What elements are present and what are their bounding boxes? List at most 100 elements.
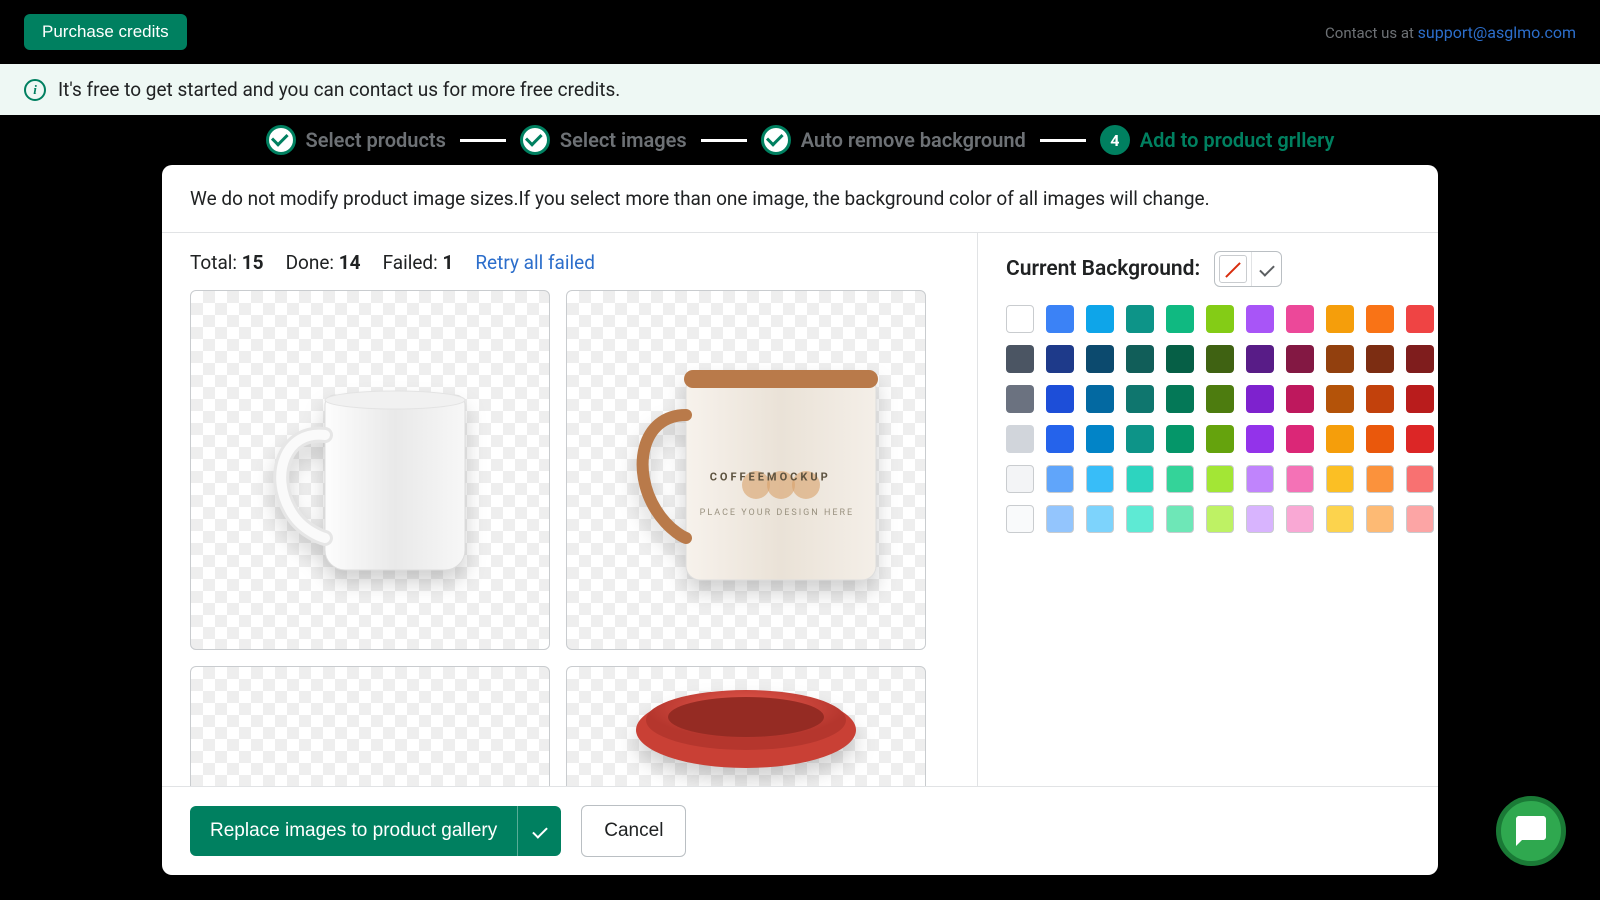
current-bg-dropdown[interactable] — [1214, 251, 1282, 287]
chat-fab[interactable] — [1496, 796, 1566, 866]
color-swatch[interactable] — [1406, 385, 1434, 413]
color-swatch[interactable] — [1086, 305, 1114, 333]
color-swatch[interactable] — [1366, 425, 1394, 453]
color-swatch[interactable] — [1326, 505, 1354, 533]
color-swatch[interactable] — [1406, 305, 1434, 333]
check-icon — [761, 125, 791, 155]
color-swatch[interactable] — [1326, 305, 1354, 333]
color-swatch[interactable] — [1206, 385, 1234, 413]
color-swatch[interactable] — [1206, 465, 1234, 493]
color-swatch[interactable] — [1206, 505, 1234, 533]
color-swatch[interactable] — [1206, 345, 1234, 373]
main-panel: We do not modify product image sizes.If … — [162, 165, 1438, 875]
color-swatch[interactable] — [1046, 425, 1074, 453]
color-swatch[interactable] — [1366, 465, 1394, 493]
color-swatch[interactable] — [1366, 305, 1394, 333]
color-swatch[interactable] — [1006, 505, 1034, 533]
color-swatch[interactable] — [1406, 505, 1434, 533]
color-swatch[interactable] — [1126, 345, 1154, 373]
color-swatch[interactable] — [1166, 305, 1194, 333]
color-swatch[interactable] — [1246, 465, 1274, 493]
color-swatch[interactable] — [1046, 465, 1074, 493]
color-swatch[interactable] — [1126, 505, 1154, 533]
image-thumb[interactable] — [190, 666, 550, 786]
color-swatch[interactable] — [1406, 425, 1434, 453]
color-swatch[interactable] — [1246, 305, 1274, 333]
image-thumb[interactable]: COFFEEMOCKUP PLACE YOUR DESIGN HERE — [566, 290, 926, 650]
color-swatch[interactable] — [1246, 345, 1274, 373]
step-label: Select products — [306, 128, 446, 152]
color-palette — [1006, 305, 1410, 533]
color-swatch[interactable] — [1006, 385, 1034, 413]
color-swatch[interactable] — [1006, 345, 1034, 373]
color-swatch[interactable] — [1086, 345, 1114, 373]
color-swatch[interactable] — [1206, 305, 1234, 333]
color-swatch[interactable] — [1006, 465, 1034, 493]
color-swatch[interactable] — [1166, 425, 1194, 453]
color-swatch[interactable] — [1046, 385, 1074, 413]
stepper: Select products Select images Auto remov… — [0, 115, 1600, 165]
color-swatch[interactable] — [1166, 345, 1194, 373]
color-swatch[interactable] — [1246, 385, 1274, 413]
step-label: Add to product grllery — [1140, 128, 1335, 152]
color-swatch[interactable] — [1086, 385, 1114, 413]
done-value: 14 — [339, 251, 361, 274]
purchase-credits-button[interactable]: Purchase credits — [24, 14, 187, 50]
replace-images-button[interactable]: Replace images to product gallery — [190, 806, 517, 856]
color-swatch[interactable] — [1166, 505, 1194, 533]
color-swatch[interactable] — [1366, 505, 1394, 533]
check-icon — [520, 125, 550, 155]
color-swatch[interactable] — [1126, 305, 1154, 333]
image-thumb[interactable] — [190, 290, 550, 650]
chevron-down-icon — [1251, 252, 1281, 286]
color-swatch[interactable] — [1326, 425, 1354, 453]
color-swatch[interactable] — [1046, 305, 1074, 333]
color-swatch[interactable] — [1326, 385, 1354, 413]
color-swatch[interactable] — [1286, 345, 1314, 373]
color-swatch[interactable] — [1086, 465, 1114, 493]
current-bg-label: Current Background: — [1006, 257, 1200, 281]
images-pane: Total: 15 Done: 14 Failed: 1 Retry all f… — [162, 233, 978, 786]
step-connector — [1040, 139, 1086, 142]
cancel-button[interactable]: Cancel — [581, 805, 686, 857]
color-swatch[interactable] — [1166, 465, 1194, 493]
color-swatch[interactable] — [1406, 465, 1434, 493]
replace-dropdown-button[interactable] — [517, 806, 561, 856]
failed-value: 1 — [442, 251, 453, 274]
mug-title: COFFEEMOCKUP — [710, 471, 831, 484]
color-swatch[interactable] — [1286, 385, 1314, 413]
color-swatch[interactable] — [1126, 385, 1154, 413]
color-swatch[interactable] — [1206, 425, 1234, 453]
color-swatch[interactable] — [1086, 425, 1114, 453]
color-swatch[interactable] — [1286, 505, 1314, 533]
color-swatch[interactable] — [1046, 345, 1074, 373]
step-connector — [701, 139, 747, 142]
replace-split-button: Replace images to product gallery — [190, 806, 561, 856]
support-email-link[interactable]: support@asglmo.com — [1418, 23, 1576, 42]
failed-label: Failed: — [383, 251, 443, 274]
color-swatch[interactable] — [1286, 425, 1314, 453]
color-swatch[interactable] — [1366, 385, 1394, 413]
image-thumb[interactable] — [566, 666, 926, 786]
check-icon — [266, 125, 296, 155]
color-swatch[interactable] — [1046, 505, 1074, 533]
mug-image — [616, 675, 876, 786]
color-swatch[interactable] — [1086, 505, 1114, 533]
color-swatch[interactable] — [1166, 385, 1194, 413]
color-swatch[interactable] — [1326, 345, 1354, 373]
step-connector — [460, 139, 506, 142]
color-swatch[interactable] — [1326, 465, 1354, 493]
color-swatch[interactable] — [1406, 345, 1434, 373]
color-swatch[interactable] — [1366, 345, 1394, 373]
color-swatch[interactable] — [1006, 305, 1034, 333]
retry-all-link[interactable]: Retry all failed — [475, 251, 595, 274]
color-swatch[interactable] — [1246, 505, 1274, 533]
color-swatch[interactable] — [1286, 465, 1314, 493]
transparent-swatch-icon — [1219, 255, 1247, 283]
color-swatch[interactable] — [1006, 425, 1034, 453]
color-swatch[interactable] — [1286, 305, 1314, 333]
color-swatch[interactable] — [1126, 425, 1154, 453]
color-swatch[interactable] — [1246, 425, 1274, 453]
step-label: Select images — [560, 128, 687, 152]
color-swatch[interactable] — [1126, 465, 1154, 493]
